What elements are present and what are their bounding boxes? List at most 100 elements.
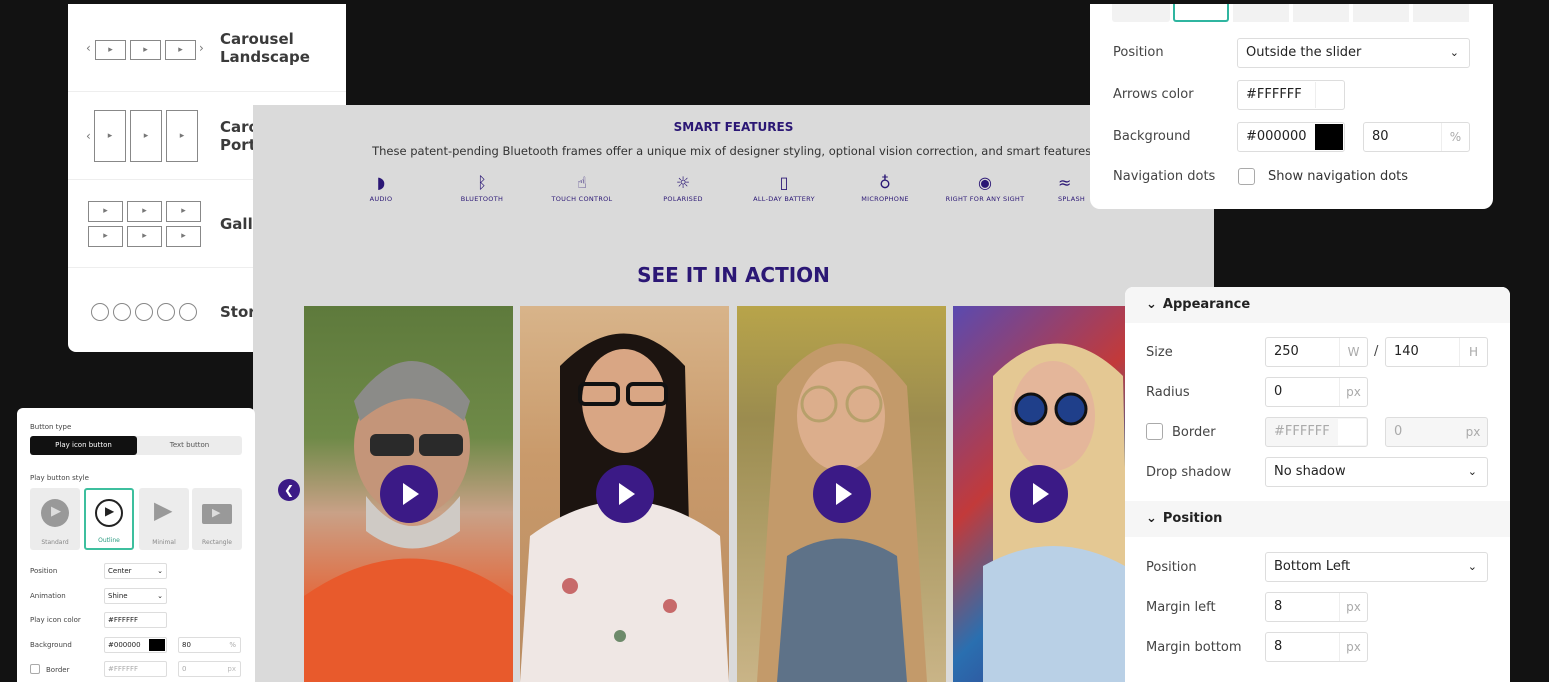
border-width-value: 0 bbox=[1394, 424, 1403, 439]
arrow-style-option[interactable] bbox=[1293, 4, 1349, 22]
layout-label: Carousel Landscape bbox=[220, 29, 310, 66]
feature-label: POLARISED bbox=[663, 195, 703, 203]
feature-splash: ≈ SPLASH bbox=[1036, 171, 1092, 203]
style-option-minimal[interactable]: ▶ Minimal bbox=[139, 488, 189, 550]
splash-icon: ≈ bbox=[1058, 173, 1072, 192]
margin-left-input[interactable]: 8 px bbox=[1265, 592, 1368, 622]
background-color-input[interactable]: #000000 bbox=[104, 637, 167, 653]
shadow-label: Drop shadow bbox=[1146, 465, 1232, 480]
background-color-input[interactable]: #000000 bbox=[1237, 122, 1345, 152]
style-option-outline[interactable]: ▶ Outline bbox=[84, 488, 134, 550]
nav-dots-checkbox[interactable] bbox=[1238, 168, 1255, 185]
video-thumbnail[interactable] bbox=[953, 306, 1125, 682]
radius-value: 0 bbox=[1274, 384, 1283, 399]
color-value: #000000 bbox=[108, 641, 141, 649]
arrow-style-option[interactable] bbox=[1413, 4, 1469, 22]
video-thumbnail[interactable] bbox=[304, 306, 513, 682]
unit-label: px bbox=[1339, 593, 1367, 621]
feature-label: MICROPHONE bbox=[861, 195, 909, 203]
video-thumbnail[interactable] bbox=[737, 306, 946, 682]
unit-label: px bbox=[227, 665, 236, 673]
border-checkbox[interactable] bbox=[30, 664, 40, 674]
page-preview: SMART FEATURES These patent-pending Blue… bbox=[253, 105, 1214, 682]
border-label: Border bbox=[1172, 425, 1216, 440]
margin-bottom-input[interactable]: 8 px bbox=[1265, 632, 1368, 662]
background-opacity-input[interactable]: 80 % bbox=[178, 637, 241, 653]
animation-select[interactable]: Shine ⌄ bbox=[104, 588, 167, 604]
border-checkbox[interactable] bbox=[1146, 423, 1163, 440]
play-button[interactable] bbox=[1010, 465, 1068, 523]
carousel-prev-arrow[interactable]: ❮ bbox=[278, 479, 300, 501]
style-option-standard[interactable]: ▶ Standard bbox=[30, 488, 80, 550]
background-opacity-input[interactable]: 80 % bbox=[1363, 122, 1470, 152]
section-label: Appearance bbox=[1162, 297, 1251, 312]
play-button[interactable] bbox=[595, 465, 654, 523]
border-color-input[interactable]: #FFFFFF bbox=[104, 661, 167, 677]
radius-input[interactable]: 0 px bbox=[1265, 377, 1368, 407]
color-value: #FFFFFF bbox=[1246, 87, 1302, 102]
position-label: Position bbox=[1146, 560, 1197, 575]
nav-dots-label: Navigation dots bbox=[1113, 169, 1216, 184]
gallery-grid-icon bbox=[86, 194, 206, 254]
arrow-position-select[interactable]: Outside the slider ⌄ bbox=[1237, 38, 1470, 68]
layout-option-carousel-landscape[interactable]: ‹ › Carousel Landscape bbox=[68, 4, 346, 92]
feature-battery: ▯ ALL-DAY BATTERY bbox=[734, 171, 834, 203]
eye-icon: ◉ bbox=[978, 173, 992, 192]
drop-shadow-select[interactable]: No shadow ⌄ bbox=[1265, 457, 1488, 487]
chevron-down-icon: ⌄ bbox=[1146, 297, 1157, 312]
arrow-style-option-selected[interactable] bbox=[1173, 4, 1229, 22]
play-button[interactable] bbox=[812, 465, 871, 523]
height-input[interactable]: 140 H bbox=[1385, 337, 1488, 367]
border-width-input[interactable]: 0 px bbox=[1385, 417, 1488, 447]
feature-audio: ◗ AUDIO bbox=[331, 171, 431, 203]
feature-label: ALL-DAY BATTERY bbox=[753, 195, 815, 203]
opacity-value: 80 bbox=[1372, 129, 1389, 144]
arrow-style-option[interactable] bbox=[1353, 4, 1409, 22]
color-value: #000000 bbox=[1246, 129, 1307, 144]
radius-label: Radius bbox=[1146, 385, 1190, 400]
color-swatch[interactable] bbox=[1315, 124, 1343, 150]
position-section-header[interactable]: ⌄ Position bbox=[1125, 501, 1510, 537]
style-label: Rectangle bbox=[202, 539, 232, 546]
section-label: Position bbox=[1162, 511, 1223, 526]
video-thumbnail[interactable] bbox=[520, 306, 729, 682]
select-value: Bottom Left bbox=[1274, 559, 1351, 574]
color-swatch[interactable] bbox=[149, 639, 165, 651]
play-button[interactable] bbox=[379, 465, 438, 523]
arrow-style-option[interactable] bbox=[1233, 4, 1289, 22]
style-option-rectangle[interactable]: ▶ Rectangle bbox=[192, 488, 242, 550]
color-swatch[interactable] bbox=[1338, 419, 1366, 445]
position-select[interactable]: Center ⌄ bbox=[104, 563, 167, 579]
unit-label: px bbox=[1339, 378, 1367, 406]
width-input[interactable]: 250 W bbox=[1265, 337, 1368, 367]
microphone-icon: ♁ bbox=[879, 173, 891, 192]
icon-color-input[interactable]: #FFFFFF bbox=[104, 612, 167, 628]
margin-left-label: Margin left bbox=[1146, 600, 1216, 615]
arrow-style-option[interactable] bbox=[1112, 4, 1170, 22]
color-swatch[interactable] bbox=[1315, 82, 1343, 108]
play-button-settings-panel: Button type Play icon button Text button… bbox=[17, 408, 255, 682]
ear-icon: ◗ bbox=[376, 173, 386, 192]
feature-label: BLUETOOTH bbox=[460, 195, 504, 203]
border-width-input[interactable]: 0 px bbox=[178, 661, 241, 677]
appearance-section-header[interactable]: ⌄ Appearance bbox=[1125, 287, 1510, 323]
border-color-input[interactable]: #FFFFFF bbox=[1265, 417, 1368, 447]
feature-touch-control: ☝ TOUCH CONTROL bbox=[532, 171, 632, 203]
carousel-landscape-icon: ‹ › bbox=[86, 18, 206, 78]
feature-label: TOUCH CONTROL bbox=[551, 195, 613, 203]
tab-text-button[interactable]: Text button bbox=[137, 436, 242, 455]
button-position-select[interactable]: Bottom Left ⌄ bbox=[1265, 552, 1488, 582]
feature-bluetooth: ᛒ BLUETOOTH bbox=[432, 171, 532, 203]
arrows-color-input[interactable]: #FFFFFF bbox=[1237, 80, 1345, 110]
position-label: Position bbox=[30, 567, 58, 575]
tab-play-icon-button[interactable]: Play icon button bbox=[30, 436, 137, 455]
color-value: #FFFFFF bbox=[108, 665, 139, 673]
background-label: Background bbox=[1113, 129, 1191, 144]
section-title: SEE IT IN ACTION bbox=[637, 263, 830, 287]
unit-label: H bbox=[1459, 338, 1487, 366]
play-style-label: Play button style bbox=[30, 474, 89, 482]
border-label: Border bbox=[46, 666, 70, 674]
features-description: These patent-pending Bluetooth frames of… bbox=[372, 144, 1095, 158]
select-value: Shine bbox=[108, 592, 128, 600]
feature-microphone: ♁ MICROPHONE bbox=[835, 171, 935, 203]
